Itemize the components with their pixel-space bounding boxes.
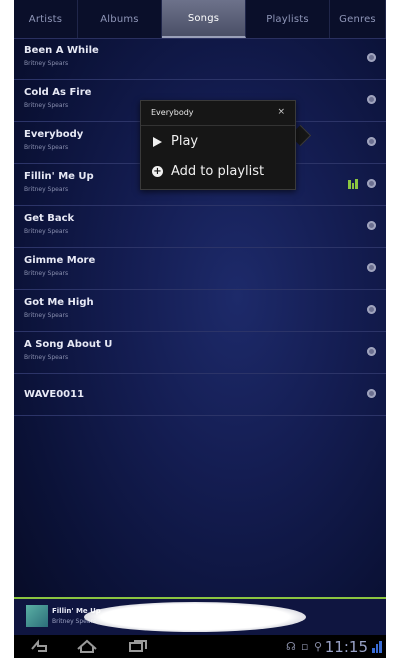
add-icon: + (152, 166, 163, 177)
clock: 11:15 (324, 638, 368, 656)
more-options-icon[interactable] (367, 221, 376, 230)
song-artist: Britney Spears (24, 102, 69, 109)
tab-playlists[interactable]: Playlists (246, 0, 330, 38)
song-row[interactable]: A Song About U Britney Spears (14, 332, 386, 374)
more-options-icon[interactable] (367, 179, 376, 188)
more-options-icon[interactable] (367, 347, 376, 356)
more-options-icon[interactable] (367, 305, 376, 314)
song-title: A Song About U (24, 339, 113, 350)
music-app-screen: Artists Albums Songs Playlists Genres Be… (14, 0, 386, 658)
context-menu-title: Everybody (151, 108, 194, 117)
song-title: Get Back (24, 213, 75, 224)
album-art-thumbnail (26, 605, 48, 627)
context-menu: Everybody × Play + Add to playlist (140, 100, 296, 190)
equalizer-icon (348, 178, 359, 189)
song-artist: Britney Spears (24, 186, 69, 193)
tab-songs[interactable]: Songs (162, 0, 246, 38)
signal-icon (372, 641, 383, 653)
redaction-overlay (84, 602, 306, 632)
song-artist: Britney Spears (24, 144, 69, 151)
tab-albums[interactable]: Albums (78, 0, 162, 38)
usb-icon: ⚲ (314, 640, 323, 653)
add-to-playlist-menu-item[interactable]: + Add to playlist (141, 157, 295, 187)
song-row[interactable]: Got Me High Britney Spears (14, 290, 386, 332)
system-bar: ☊ ▫ ⚲ 11:15 (14, 635, 386, 658)
song-title: Been A While (24, 45, 99, 56)
song-row[interactable]: Get Back Britney Spears (14, 206, 386, 248)
song-artist: Britney Spears (24, 270, 69, 277)
home-icon[interactable] (76, 639, 98, 656)
add-to-playlist-label: Add to playlist (171, 164, 265, 179)
song-title: Everybody (24, 129, 84, 140)
tab-artists[interactable]: Artists (14, 0, 78, 38)
tab-bar: Artists Albums Songs Playlists Genres (14, 0, 386, 39)
play-menu-item[interactable]: Play (141, 127, 295, 157)
song-artist: Britney Spears (24, 312, 69, 319)
back-icon[interactable] (30, 639, 48, 656)
more-options-icon[interactable] (367, 53, 376, 62)
more-options-icon[interactable] (367, 263, 376, 272)
song-row[interactable]: Gimme More Britney Spears (14, 248, 386, 290)
song-title: Got Me High (24, 297, 94, 308)
recent-apps-icon[interactable] (128, 639, 148, 656)
play-icon (153, 137, 162, 147)
play-label: Play (171, 134, 199, 149)
more-options-icon[interactable] (367, 95, 376, 104)
more-options-icon[interactable] (367, 137, 376, 146)
song-artist: Britney Spears (24, 228, 69, 235)
song-artist: Britney Spears (24, 354, 69, 361)
song-artist: Britney Spears (24, 60, 69, 67)
song-list: Been A While Britney Spears Cold As Fire… (14, 38, 386, 416)
song-title: Fillin' Me Up (24, 171, 94, 182)
context-menu-header: Everybody × (141, 101, 295, 126)
song-title: WAVE0011 (24, 389, 85, 400)
more-options-icon[interactable] (367, 389, 376, 398)
song-row[interactable]: WAVE0011 (14, 374, 386, 416)
song-title: Gimme More (24, 255, 96, 266)
close-icon[interactable]: × (277, 107, 285, 117)
song-title: Cold As Fire (24, 87, 92, 98)
song-row[interactable]: Been A While Britney Spears (14, 38, 386, 80)
tab-genres[interactable]: Genres (330, 0, 386, 38)
headset-icon: ☊ (286, 640, 296, 653)
media-icon: ▫ (301, 640, 309, 653)
